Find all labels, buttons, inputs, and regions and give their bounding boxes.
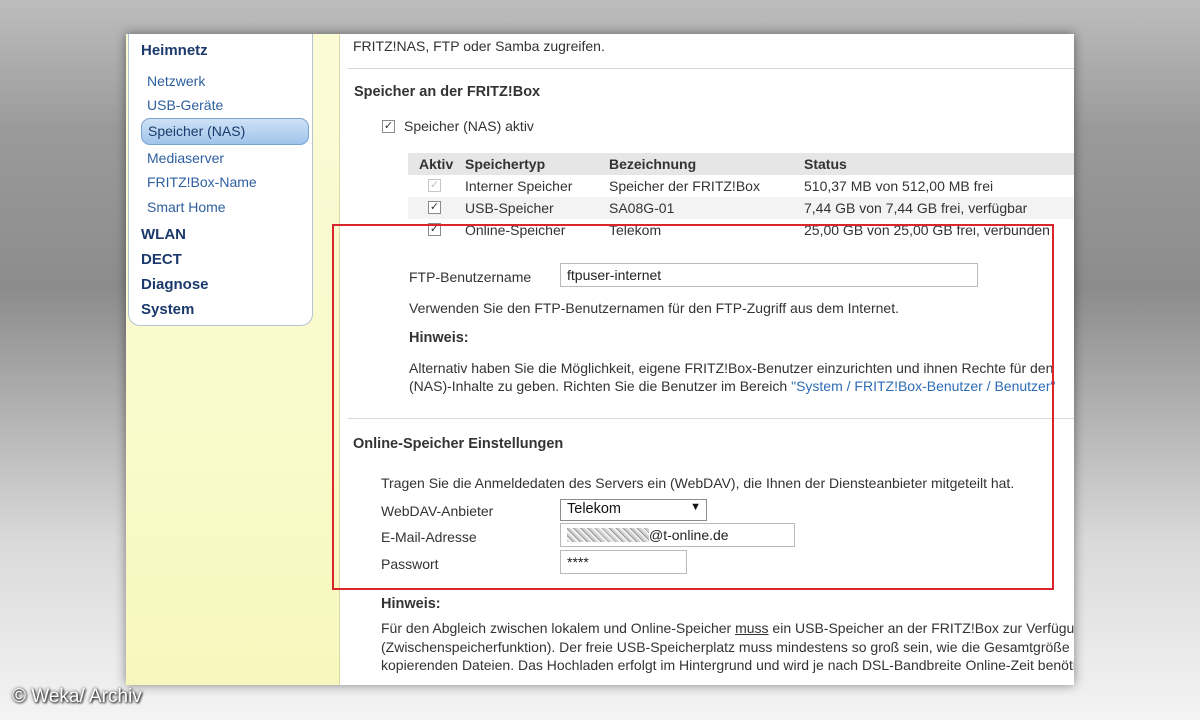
password-input[interactable]: **** <box>560 550 687 574</box>
nav-item-speicher-nas[interactable]: Speicher (NAS) <box>141 118 309 145</box>
storage-name: Speicher der FRITZ!Box <box>609 178 760 194</box>
nav-group-heimnetz[interactable]: Heimnetz <box>141 42 208 59</box>
divider <box>348 418 1074 419</box>
redacted-email-local-part <box>567 528 649 542</box>
nav-group-system[interactable]: System <box>141 301 194 318</box>
section-title-storage: Speicher an der FRITZ!Box <box>354 84 541 100</box>
storage-status: 510,37 MB von 512,00 MB frei <box>804 178 994 194</box>
nav-item-speicher-nas-label: Speicher (NAS) <box>148 123 246 139</box>
email-domain: @t-online.de <box>649 527 729 543</box>
nav-item-netzwerk[interactable]: Netzwerk <box>147 73 205 89</box>
row-active-checkbox[interactable]: ✓ <box>428 201 441 214</box>
hint-text-fragment: ein USB-Speicher an der FRITZ!Box zur Ve… <box>772 620 1074 636</box>
hint-title: Hinweis: <box>381 596 441 612</box>
intro-text: FRITZ!NAS, FTP oder Samba zugreifen. <box>353 38 605 54</box>
storage-type-link[interactable]: Interner Speicher <box>465 178 572 194</box>
nav-item-mediaserver[interactable]: Mediaserver <box>147 150 224 166</box>
table-header: Aktiv Speichertyp Bezeichnung Status <box>408 153 1074 175</box>
nav-item-fritzbox-name[interactable]: FRITZ!Box-Name <box>147 174 257 190</box>
nav-group-diagnose[interactable]: Diagnose <box>141 276 209 293</box>
webdav-provider-select[interactable]: Telekom ▼ <box>560 499 707 521</box>
col-header-bezeichnung: Bezeichnung <box>609 156 697 172</box>
hint-text-fragment: Für den Abgleich zwischen lokalem und On… <box>381 620 736 636</box>
hint-text-emphasis: muss <box>735 620 769 636</box>
nav-group-dect[interactable]: DECT <box>141 251 182 268</box>
row-active-checkbox: ✓ <box>428 179 441 192</box>
table-row: ✓ Interner Speicher Speicher der FRITZ!B… <box>408 175 1074 197</box>
webdav-provider-value: Telekom <box>567 501 621 517</box>
storage-type-link[interactable]: USB-Speicher <box>465 200 554 216</box>
online-storage-intro: Tragen Sie die Anmeldedaten des Servers … <box>381 475 1015 491</box>
main-content: FRITZ!NAS, FTP oder Samba zugreifen. Spe… <box>340 34 1074 685</box>
col-header-aktiv: Aktiv <box>419 156 454 172</box>
nav-item-usb-geraete[interactable]: USB-Geräte <box>147 97 223 113</box>
section-title-online-storage: Online-Speicher Einstellungen <box>353 436 564 452</box>
nas-active-checkbox[interactable]: ✓ <box>382 120 395 133</box>
hint-text-line: kopierenden Dateien. Das Hochladen erfol… <box>381 657 1074 673</box>
ftp-username-label: FTP-Benutzername <box>409 269 532 285</box>
nav-group-wlan[interactable]: WLAN <box>141 226 186 243</box>
hint-text-line: (NAS)-Inhalte zu geben. Richten Sie die … <box>409 378 1055 394</box>
storage-status: 7,44 GB von 7,44 GB frei, verfügbar <box>804 200 1028 216</box>
nav-item-smart-home[interactable]: Smart Home <box>147 199 226 215</box>
system-users-link[interactable]: "System / FRITZ!Box-Benutzer / Benutzer" <box>791 378 1055 394</box>
hint-text-line: Alternativ haben Sie die Möglichkeit, ei… <box>409 360 1054 376</box>
nas-active-label: Speicher (NAS) aktiv <box>404 118 534 134</box>
copyright-watermark: © Weka/ Archiv <box>12 686 142 707</box>
storage-type-link[interactable]: Online-Speicher <box>465 222 565 238</box>
col-header-status: Status <box>804 156 847 172</box>
dropdown-arrow-icon: ▼ <box>690 501 701 513</box>
storage-name: Telekom <box>609 222 662 238</box>
ftp-username-help: Verwenden Sie den FTP-Benutzernamen für … <box>409 300 899 316</box>
table-row: ✓ Online-Speicher Telekom 25,00 GB von 2… <box>408 219 1074 241</box>
ftp-username-input[interactable]: ftpuser-internet <box>560 263 978 287</box>
storage-name: SA08G-01 <box>609 200 675 216</box>
divider <box>348 68 1074 69</box>
table-row: ✓ USB-Speicher SA08G-01 7,44 GB von 7,44… <box>408 197 1074 219</box>
hint-text-fragment: (NAS)-Inhalte zu geben. Richten Sie die … <box>409 378 792 394</box>
email-input[interactable]: @t-online.de <box>560 523 795 547</box>
hint-text-line: (Zwischenspeicherfunktion). Der freie US… <box>381 639 1074 655</box>
webdav-provider-label: WebDAV-Anbieter <box>381 503 494 519</box>
col-header-speichertyp: Speichertyp <box>465 156 546 172</box>
hint-text-line: Für den Abgleich zwischen lokalem und On… <box>381 620 1074 636</box>
hint-title: Hinweis: <box>409 330 469 346</box>
sidebar-nav: Heimnetz Netzwerk USB-Geräte Speicher (N… <box>128 34 313 326</box>
password-label: Passwort <box>381 556 439 572</box>
email-label: E-Mail-Adresse <box>381 529 477 545</box>
row-active-checkbox[interactable]: ✓ <box>428 223 441 236</box>
storage-status: 25,00 GB von 25,00 GB frei, verbunden <box>804 222 1050 238</box>
screenshot-window: Heimnetz Netzwerk USB-Geräte Speicher (N… <box>126 34 1074 685</box>
